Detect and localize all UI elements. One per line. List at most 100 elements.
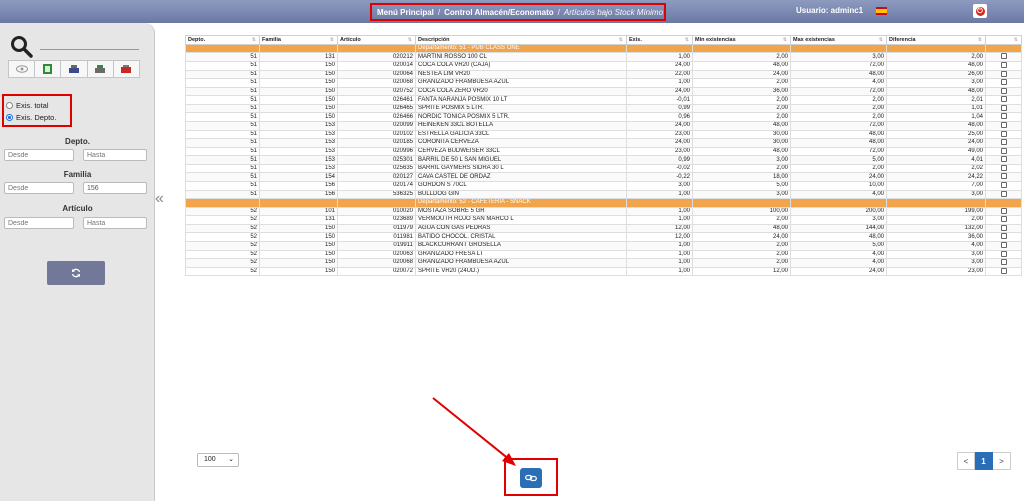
familia-from-input[interactable]	[4, 182, 74, 194]
pdf-button[interactable]	[113, 60, 141, 78]
pagination-prev[interactable]: <	[957, 452, 975, 470]
row-select-cell	[985, 138, 1022, 148]
table-cell: 25,00	[886, 129, 986, 140]
pagination-next[interactable]: >	[993, 452, 1011, 470]
refresh-button[interactable]	[47, 261, 105, 285]
row-checkbox[interactable]	[1000, 216, 1007, 223]
radio-exis-total[interactable]: Exis. total	[6, 99, 68, 111]
table-cell: 48,00	[692, 60, 791, 71]
familia-to-input[interactable]	[83, 182, 147, 194]
radio-exis-depto[interactable]: Exis. Depto.	[6, 111, 68, 123]
table-cell: 1,01	[886, 103, 986, 114]
row-checkbox[interactable]	[1000, 165, 1007, 171]
spain-flag-icon[interactable]	[876, 7, 887, 15]
radio-exis-depto-control[interactable]	[6, 113, 13, 121]
table-cell: NORDIC TONICA POSMIX 5 LTR.	[415, 112, 627, 122]
table-cell: 025635	[337, 163, 416, 174]
column-header-0[interactable]: Depto. ⇅	[185, 35, 260, 45]
print-icon	[69, 64, 79, 73]
breadcrumb-menu-principal[interactable]: Menú Principal	[377, 8, 434, 17]
table-cell: 3,00	[886, 249, 986, 260]
row-checkbox[interactable]	[1000, 156, 1007, 163]
column-header-1[interactable]: Familia ⇅	[259, 35, 338, 45]
table-cell: 153	[259, 155, 338, 165]
row-checkbox[interactable]	[1000, 62, 1007, 68]
row-checkbox[interactable]	[1000, 225, 1007, 231]
row-checkbox[interactable]	[1000, 182, 1007, 189]
logout-button[interactable]: ⏻	[973, 4, 987, 18]
row-checkbox[interactable]	[1000, 139, 1007, 146]
table-cell: 1,00	[626, 266, 693, 277]
row-checkbox[interactable]	[1000, 71, 1007, 77]
table-cell: 18,00	[692, 172, 791, 183]
radio-exis-total-control[interactable]	[6, 101, 13, 109]
depto-to-input[interactable]	[83, 149, 147, 161]
breadcrumb-control-almacen[interactable]: Control Almacén/Economato	[444, 8, 554, 17]
row-checkbox[interactable]	[1000, 191, 1007, 197]
sort-icon: ⇅	[977, 37, 982, 43]
familia-label: Familia	[63, 170, 92, 179]
depto-from-input[interactable]	[4, 149, 74, 161]
row-checkbox[interactable]	[1000, 259, 1007, 266]
column-header-7[interactable]: Diferencia ⇅	[886, 35, 986, 45]
row-checkbox[interactable]	[1000, 79, 1007, 86]
department-cell	[790, 198, 887, 208]
column-header-6[interactable]: Max existencias ⇅	[790, 35, 887, 45]
row-checkbox[interactable]	[1000, 242, 1007, 248]
row-checkbox[interactable]	[1000, 233, 1007, 240]
table-cell: 24,00	[886, 138, 986, 148]
table-cell: 020068	[337, 78, 416, 88]
row-checkbox[interactable]	[1000, 173, 1007, 180]
column-header-3[interactable]: Descripción ⇅	[415, 35, 627, 45]
row-select-cell	[985, 129, 1022, 140]
table-cell: 153	[259, 163, 338, 174]
row-checkbox[interactable]	[1000, 96, 1007, 103]
row-checkbox[interactable]	[1000, 105, 1007, 111]
table-cell: BATIDO CHOCOL. CRISTAL	[415, 232, 627, 242]
table-row: 51 153 020996 CERVEZA BUDWEISER 33CL 23,00 48…	[185, 146, 1022, 157]
row-checkbox[interactable]	[1000, 113, 1007, 120]
top-bar: Menú Principal / Control Almacén/Economa…	[0, 0, 1024, 23]
collapse-sidebar-icon[interactable]: «	[155, 190, 164, 208]
pagination-page-1[interactable]: 1	[975, 452, 993, 470]
table-row: 51 150 020068 GRANIZADO FRAMBUESA AZUL 1,00 2…	[185, 78, 1022, 88]
row-select-cell	[985, 52, 1022, 62]
row-select-cell	[985, 146, 1022, 157]
table-row: 51 150 026461 FANTA NARANJA POSMIX 10 LT -0,…	[185, 95, 1022, 105]
row-checkbox[interactable]	[1000, 122, 1007, 129]
table-cell: 150	[259, 232, 338, 242]
table-cell: 23,00	[886, 266, 986, 277]
column-header-2[interactable]: Artículo ⇅	[337, 35, 416, 45]
column-header-5[interactable]: Min existencias ⇅	[692, 35, 791, 45]
table-cell: 7,00	[886, 181, 986, 191]
view-button[interactable]	[8, 60, 36, 78]
print-alt-button[interactable]	[87, 60, 114, 78]
table-cell: 24,00	[626, 121, 693, 131]
row-checkbox[interactable]	[1000, 268, 1007, 274]
search-input[interactable]	[40, 49, 139, 50]
row-checkbox[interactable]	[1000, 208, 1007, 214]
download-button[interactable]	[520, 468, 542, 488]
page-size-select[interactable]: 100 ⌄	[197, 453, 239, 467]
column-header-4[interactable]: Exis. ⇅	[626, 35, 693, 45]
row-checkbox[interactable]	[1000, 250, 1007, 257]
excel-button[interactable]	[35, 60, 62, 78]
row-checkbox[interactable]	[1000, 88, 1007, 94]
table-cell: 24,22	[886, 172, 986, 183]
table-cell: 020996	[337, 146, 416, 157]
articulo-to-input[interactable]	[83, 217, 147, 229]
search-icon[interactable]	[10, 35, 34, 59]
column-header-8[interactable]: ⇅	[985, 35, 1022, 45]
row-checkbox[interactable]	[1000, 131, 1007, 137]
row-checkbox[interactable]	[1000, 148, 1007, 154]
row-checkbox[interactable]	[1000, 53, 1007, 60]
table-cell: 22,00	[626, 69, 693, 80]
table-cell: 52	[185, 258, 260, 268]
power-icon: ⏻	[975, 6, 985, 16]
print-button[interactable]	[61, 60, 88, 78]
department-cell	[626, 43, 693, 54]
articulo-from-input[interactable]	[4, 217, 74, 229]
row-select-cell	[985, 232, 1022, 242]
table-row: 51 153 020099 HEINEKEN 33CL BOTELLA 24,00 48,…	[185, 121, 1022, 131]
table-cell: -0,01	[626, 95, 693, 105]
